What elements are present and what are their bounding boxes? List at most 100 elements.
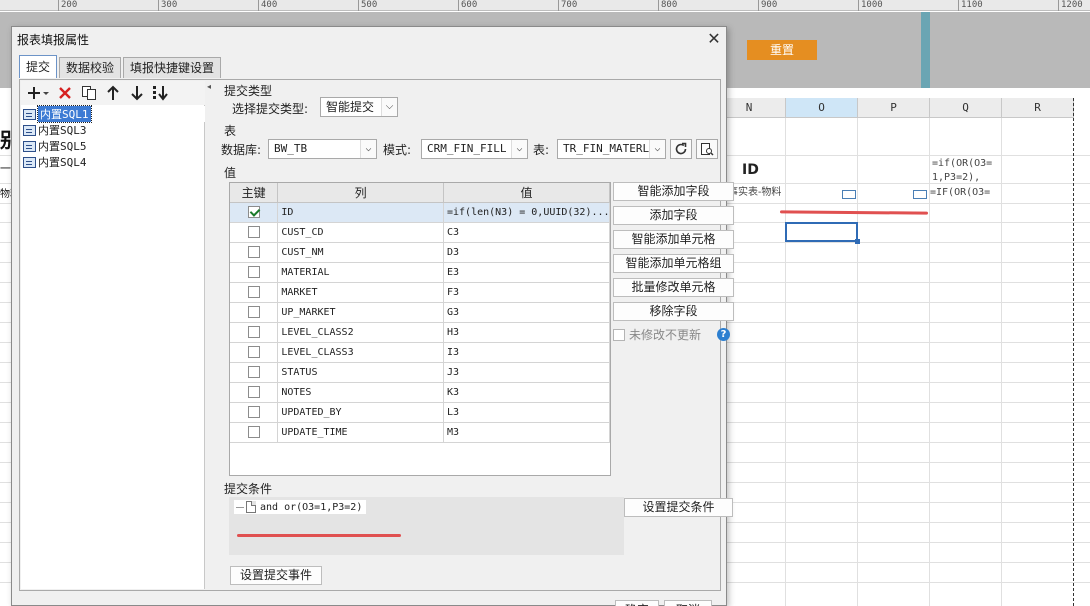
column-cell[interactable]: NOTES xyxy=(277,382,444,403)
column-cell[interactable]: UPDATE_TIME xyxy=(277,422,444,443)
smart-add-cell-button[interactable]: 智能添加单元格 xyxy=(613,230,734,249)
refresh-icon[interactable] xyxy=(670,139,692,159)
submit-type-select[interactable]: 智能提交 ⌵ xyxy=(320,97,398,117)
tree-item-sql1[interactable]: 内置SQL1 xyxy=(21,105,205,123)
value-cell[interactable]: K3 xyxy=(443,382,610,403)
primary-key-checkbox[interactable] xyxy=(247,306,260,318)
table-row[interactable]: ID =if(len(N3) = 0,UUID(32)... xyxy=(230,202,610,223)
smart-add-cell-group-button[interactable]: 智能添加单元格组 xyxy=(613,254,734,273)
column-cell[interactable]: UP_MARKET xyxy=(277,302,444,323)
value-cell[interactable]: F3 xyxy=(443,282,610,303)
column-header-o[interactable]: O xyxy=(786,98,858,118)
formula-cell-q2[interactable]: =if(OR(O3= xyxy=(932,158,992,169)
column-header-q[interactable]: Q xyxy=(930,98,1002,118)
value-cell[interactable]: G3 xyxy=(443,302,610,323)
primary-key-checkbox[interactable] xyxy=(247,326,260,338)
primary-key-checkbox[interactable] xyxy=(247,346,260,358)
unmodified-no-update-option[interactable]: 未修改不更新 xyxy=(613,326,701,343)
primary-key-checkbox[interactable] xyxy=(247,366,260,378)
table-row[interactable]: NOTES K3 xyxy=(230,382,610,403)
column-cell[interactable]: UPDATED_BY xyxy=(277,402,444,423)
table-row[interactable]: MARKET F3 xyxy=(230,282,610,303)
column-cell[interactable]: LEVEL_CLASS3 xyxy=(277,342,444,363)
collapse-arrow-icon[interactable]: ◂ xyxy=(207,83,211,91)
smart-add-field-button[interactable]: 智能添加字段 xyxy=(613,182,734,201)
add-icon[interactable] xyxy=(25,82,53,104)
close-icon[interactable]: ✕ xyxy=(704,29,724,49)
id-header-cell[interactable]: ID xyxy=(742,162,759,178)
tab-submit[interactable]: 提交 xyxy=(19,55,58,78)
tab-fill-shortcuts[interactable]: 填报快捷键设置 xyxy=(123,57,222,78)
table-row[interactable]: UPDATE_TIME M3 xyxy=(230,422,610,443)
column-cell[interactable]: MARKET xyxy=(277,282,444,303)
table-row[interactable]: UP_MARKET G3 xyxy=(230,302,610,323)
table-row[interactable]: MATERIAL E3 xyxy=(230,262,610,283)
copy-icon[interactable] xyxy=(77,82,101,104)
column-header-p[interactable]: P xyxy=(858,98,930,118)
header-value[interactable]: 值 xyxy=(443,183,610,203)
reset-button[interactable]: 重置 xyxy=(747,40,817,60)
table-row[interactable]: UPDATED_BY L3 xyxy=(230,402,610,423)
column-cell[interactable]: LEVEL_CLASS2 xyxy=(277,322,444,343)
value-cell[interactable]: =if(len(N3) = 0,UUID(32)... xyxy=(443,202,610,223)
move-up-icon[interactable] xyxy=(101,82,125,104)
column-cell[interactable]: ID xyxy=(277,202,444,223)
value-cell[interactable]: E3 xyxy=(443,262,610,283)
row-label-cell[interactable]: 事实表-物料 xyxy=(728,187,782,198)
set-submit-condition-button[interactable]: 设置提交条件 xyxy=(624,498,733,517)
tab-data-validation[interactable]: 数据校验 xyxy=(59,57,122,78)
tree-item-sql3[interactable]: 内置SQL3 xyxy=(21,122,205,138)
panel-splitter[interactable]: ◂ xyxy=(206,81,214,589)
primary-key-checkbox[interactable] xyxy=(247,206,260,218)
remove-field-button[interactable]: 移除字段 xyxy=(613,302,734,321)
help-icon[interactable]: ? xyxy=(717,328,730,341)
value-cell[interactable]: D3 xyxy=(443,242,610,263)
table-row[interactable]: CUST_CD C3 xyxy=(230,222,610,243)
cancel-button[interactable]: 取消 xyxy=(664,600,712,606)
column-cell[interactable]: CUST_NM xyxy=(277,242,444,263)
value-cell[interactable]: I3 xyxy=(443,342,610,363)
table-select[interactable]: TR_FIN_MATERL ⌵ xyxy=(557,139,666,159)
add-field-button[interactable]: 添加字段 xyxy=(613,206,734,225)
tree-item-sql5[interactable]: 内置SQL5 xyxy=(21,138,205,154)
move-bottom-icon[interactable] xyxy=(149,82,173,104)
table-preview-icon[interactable] xyxy=(696,139,718,159)
primary-key-checkbox[interactable] xyxy=(247,406,260,418)
header-column[interactable]: 列 xyxy=(277,183,444,203)
selected-cell[interactable] xyxy=(785,222,858,242)
column-cell[interactable]: CUST_CD xyxy=(277,222,444,243)
condition-node[interactable]: and or(O3=1,P3=2) xyxy=(234,500,367,514)
column-cell[interactable]: MATERIAL xyxy=(277,262,444,283)
table-row[interactable]: STATUS J3 xyxy=(230,362,610,383)
tree-item-sql4[interactable]: 内置SQL4 xyxy=(21,154,205,170)
value-cell[interactable]: L3 xyxy=(443,402,610,423)
header-primary-key[interactable]: 主键 xyxy=(230,183,279,203)
formula-cell-q3[interactable]: =IF(OR(O3= xyxy=(930,187,990,198)
database-select[interactable]: BW_TB ⌵ xyxy=(268,139,377,159)
column-cell[interactable]: STATUS xyxy=(277,362,444,383)
delete-icon[interactable] xyxy=(53,82,77,104)
checkbox-widget[interactable] xyxy=(842,190,856,199)
fill-handle[interactable] xyxy=(855,239,860,244)
ok-button[interactable]: 确定 xyxy=(615,600,659,606)
primary-key-checkbox[interactable] xyxy=(247,386,260,398)
primary-key-checkbox[interactable] xyxy=(247,426,260,438)
value-cell[interactable]: H3 xyxy=(443,322,610,343)
value-cell[interactable]: J3 xyxy=(443,362,610,383)
move-down-icon[interactable] xyxy=(125,82,149,104)
value-cell[interactable]: C3 xyxy=(443,222,610,243)
primary-key-checkbox[interactable] xyxy=(247,286,260,298)
column-header-r[interactable]: R xyxy=(1002,98,1074,118)
batch-modify-cells-button[interactable]: 批量修改单元格 xyxy=(613,278,734,297)
primary-key-checkbox[interactable] xyxy=(247,246,260,258)
table-row[interactable]: CUST_NM D3 xyxy=(230,242,610,263)
table-row[interactable]: LEVEL_CLASS3 I3 xyxy=(230,342,610,363)
set-submit-event-button[interactable]: 设置提交事件 xyxy=(230,566,322,585)
value-cell[interactable]: M3 xyxy=(443,422,610,443)
unmodified-no-update-checkbox[interactable] xyxy=(613,328,625,341)
primary-key-checkbox[interactable] xyxy=(247,266,260,278)
mode-select[interactable]: CRM_FIN_FILL ⌵ xyxy=(421,139,528,159)
table-row[interactable]: LEVEL_CLASS2 H3 xyxy=(230,322,610,343)
primary-key-checkbox[interactable] xyxy=(247,226,260,238)
checkbox-widget[interactable] xyxy=(913,190,927,199)
